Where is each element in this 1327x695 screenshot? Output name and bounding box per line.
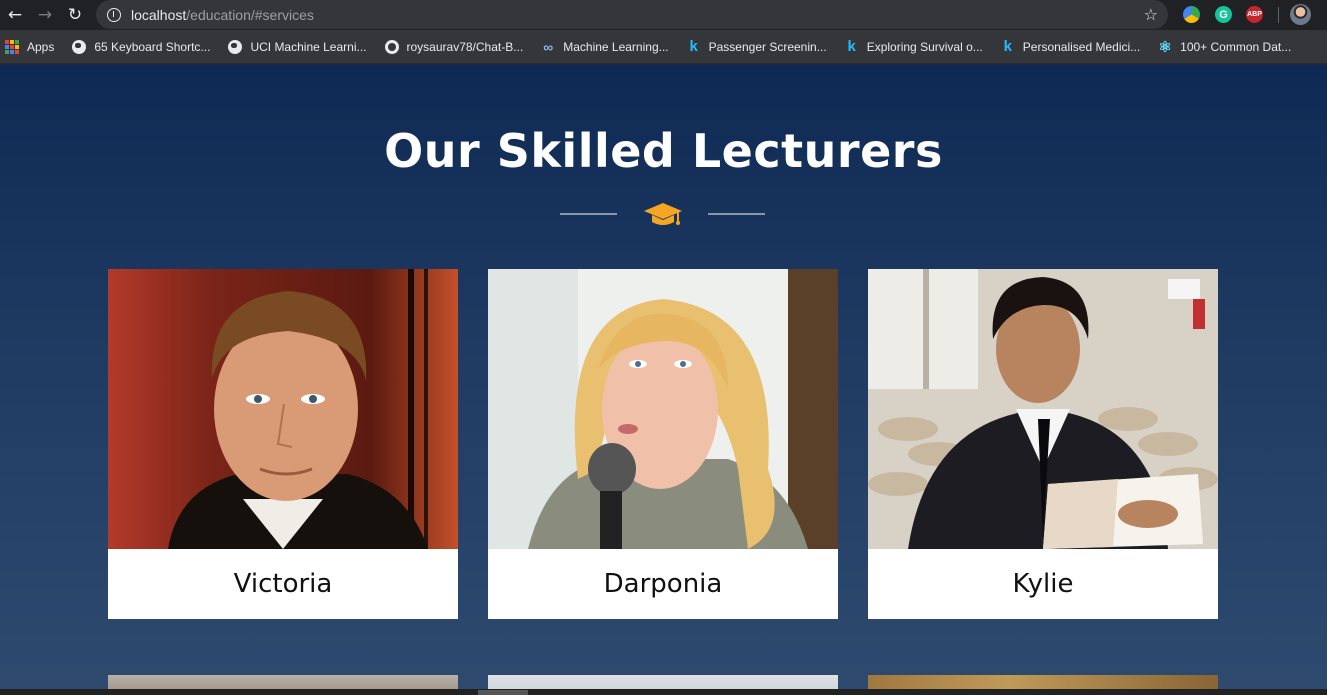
title-divider: [560, 199, 765, 229]
scrollbar-thumb[interactable]: [478, 690, 528, 695]
globe-icon: [71, 39, 87, 55]
adblock-extension-icon[interactable]: ABP: [1246, 6, 1263, 23]
bookmark-keyboard-shortcuts[interactable]: 65 Keyboard Shortc...: [71, 30, 210, 64]
kaggle-icon: k: [689, 38, 698, 55]
divider-line-right: [708, 213, 765, 215]
browser-toolbar: ← → ↻ localhost/education/#services ☆ G …: [0, 0, 1327, 30]
back-arrow-icon[interactable]: ←: [0, 0, 30, 30]
lecturer-card[interactable]: Darponia: [488, 269, 838, 619]
bookmark-label: Passenger Screenin...: [708, 39, 827, 54]
bookmark-github-chat[interactable]: roysaurav78/Chat-B...: [384, 30, 524, 64]
bookmark-label: Apps: [27, 39, 55, 54]
bookmark-passenger-screening[interactable]: k Passenger Screenin...: [686, 30, 827, 64]
bookmark-label: Personalised Medici...: [1022, 39, 1141, 54]
lecturer-card[interactable]: Victoria: [108, 269, 458, 619]
profile-avatar[interactable]: [1290, 4, 1311, 25]
url-host: localhost: [131, 6, 187, 23]
github-icon: [384, 39, 400, 55]
bookmark-label: roysaurav78/Chat-B...: [406, 39, 524, 54]
address-bar[interactable]: localhost/education/#services ☆: [96, 0, 1168, 29]
drive-extension-icon[interactable]: [1183, 6, 1200, 23]
kaggle-icon: k: [847, 38, 856, 55]
bookmark-personalised-medicine[interactable]: k Personalised Medici...: [1000, 30, 1141, 64]
site-info-icon[interactable]: [107, 7, 121, 22]
bookmark-machine-learning[interactable]: ∞ Machine Learning...: [540, 30, 668, 64]
lecturer-name: Darponia: [603, 569, 723, 599]
lecturer-name: Victoria: [233, 569, 333, 599]
grammarly-extension-icon[interactable]: G: [1215, 6, 1232, 23]
url-text[interactable]: localhost/education/#services: [131, 7, 314, 23]
kaggle-icon: k: [1003, 38, 1012, 55]
divider-line-left: [560, 213, 617, 215]
bookmark-common-data[interactable]: ⚛ 100+ Common Dat...: [1157, 30, 1291, 64]
lecturer-photo: [488, 269, 838, 549]
forward-arrow-icon[interactable]: →: [30, 0, 60, 30]
link-icon: ∞: [543, 38, 554, 55]
lecturer-photo: [108, 269, 458, 549]
reload-icon[interactable]: ↻: [60, 0, 90, 30]
bookmark-uci-ml[interactable]: UCI Machine Learni...: [227, 30, 367, 64]
bookmark-label: UCI Machine Learni...: [250, 39, 367, 54]
bookmark-star-icon[interactable]: ☆: [1144, 5, 1158, 24]
react-atom-icon: ⚛: [1158, 38, 1172, 56]
toolbar-divider: [1278, 7, 1279, 23]
lecturer-name: Kylie: [1012, 569, 1074, 599]
globe-icon: [227, 39, 243, 55]
bookmark-label: Machine Learning...: [563, 39, 669, 54]
bookmarks-bar: Apps 65 Keyboard Shortc... UCI Machine L…: [0, 30, 1327, 64]
bookmark-label: 100+ Common Dat...: [1180, 39, 1292, 54]
bookmark-label: Exploring Survival o...: [866, 39, 983, 54]
url-path: /education/#services: [186, 6, 314, 23]
graduation-cap-icon: [644, 203, 682, 225]
bookmark-exploring-survival[interactable]: k Exploring Survival o...: [844, 30, 983, 64]
bookmark-label: 65 Keyboard Shortc...: [94, 39, 211, 54]
bookmark-apps[interactable]: Apps: [4, 30, 54, 64]
lecturer-card[interactable]: Kylie: [868, 269, 1218, 619]
section-title: Our Skilled Lecturers: [384, 124, 943, 178]
lecturer-photo: [868, 269, 1218, 549]
lecturers-section: Our Skilled Lecturers Victoria Darponia …: [0, 65, 1327, 695]
horizontal-scrollbar[interactable]: [0, 689, 1327, 695]
apps-grid-icon: [4, 39, 20, 55]
